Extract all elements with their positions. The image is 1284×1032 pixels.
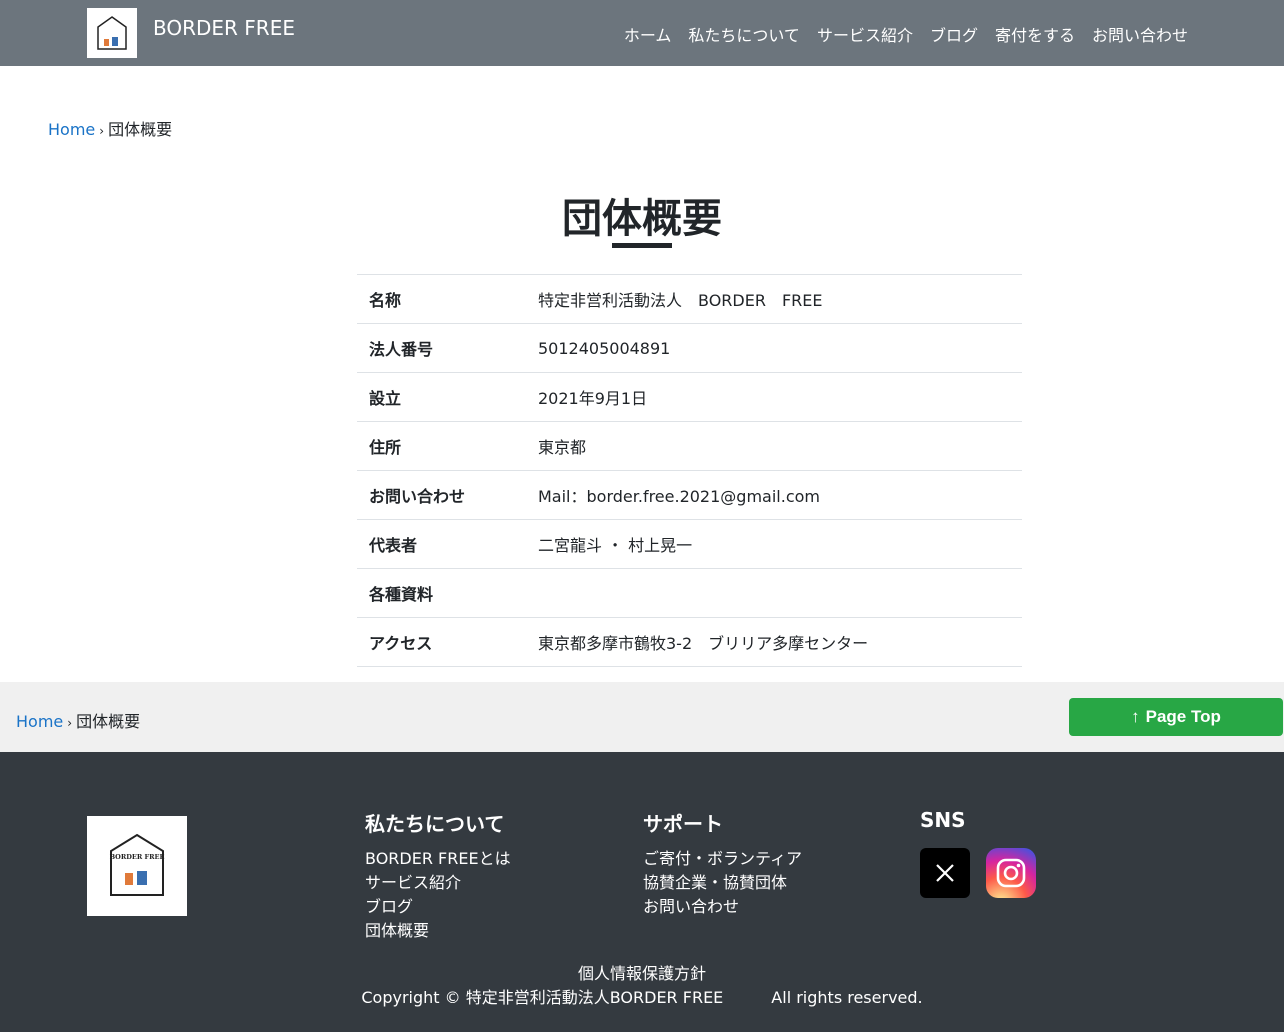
nav-about[interactable]: 私たちについて — [688, 22, 800, 46]
footer-sns-heading: SNS — [920, 808, 966, 832]
footer-sns-column: SNS — [920, 808, 966, 842]
footer-link-sponsors[interactable]: 協賛企業・協賛団体 — [643, 871, 802, 895]
site-footer: BORDER FREE 私たちについて BORDER FREEとは サービス紹介… — [0, 752, 1284, 1032]
x-logo-glyph — [936, 864, 954, 882]
row-value — [527, 569, 1022, 618]
table-row: 各種資料 — [357, 568, 1022, 618]
footer-link-overview[interactable]: 団体概要 — [365, 919, 511, 943]
nav-services[interactable]: サービス紹介 — [817, 22, 913, 46]
breadcrumb-bottom: Home › 団体概要 — [16, 708, 140, 732]
nav-blog[interactable]: ブログ — [930, 22, 978, 46]
row-value: Mail：border.free.2021@gmail.com — [538, 487, 820, 506]
main-nav: ホーム 私たちについて サービス紹介 ブログ 寄付をする お問い合わせ — [624, 22, 1188, 46]
breadcrumb-home-link[interactable]: Home — [48, 120, 95, 139]
footer-link-services[interactable]: サービス紹介 — [365, 871, 511, 895]
breadcrumb-current: 団体概要 — [108, 120, 173, 139]
row-value: 特定非営利活動法人 BORDER FREE — [538, 291, 823, 310]
row-value: 東京都多摩市鶴牧3-2 ブリリア多摩センター — [538, 634, 869, 653]
page-top-label: Page Top — [1145, 707, 1221, 726]
footer-about-column: 私たちについて BORDER FREEとは サービス紹介 ブログ 団体概要 — [365, 808, 511, 943]
header-logo[interactable] — [87, 8, 137, 58]
organization-info-table: 名称 特定非営利活動法人 BORDER FREE 法人番号 501240500489… — [357, 274, 1022, 667]
footer-support-heading: サポート — [643, 812, 723, 836]
title-underline — [612, 243, 672, 248]
arrow-up-icon: ↑ — [1131, 707, 1140, 726]
row-label: 法人番号 — [369, 340, 434, 359]
page-title: 団体概要 — [562, 196, 722, 242]
table-row: 代表者 二宮龍斗 ・ 村上晃一 — [357, 519, 1022, 569]
rights-text: All rights reserved. — [771, 988, 923, 1007]
copyright-text: Copyright © 特定非営利活動法人BORDER FREE — [361, 988, 724, 1007]
breadcrumb-separator: › — [67, 716, 73, 730]
privacy-policy-link[interactable]: 個人情報保護方針 — [0, 960, 1284, 984]
instagram-icon[interactable] — [986, 848, 1036, 898]
logo-text: BORDER FREE — [110, 853, 165, 861]
breadcrumb-separator: › — [99, 124, 105, 138]
house-logo-icon: BORDER FREE — [110, 833, 165, 896]
row-label: お問い合わせ — [369, 487, 466, 506]
row-label: 名称 — [369, 291, 402, 310]
footer-link-donate[interactable]: ご寄付・ボランティア — [643, 847, 802, 871]
x-icon[interactable] — [920, 848, 970, 898]
breadcrumb: Home › 団体概要 — [48, 116, 172, 140]
row-label: 設立 — [369, 389, 402, 408]
footer-link-blog[interactable]: ブログ — [365, 895, 511, 919]
table-row: 設立 2021年9月1日 — [357, 372, 1022, 422]
footer-link-contact[interactable]: お問い合わせ — [643, 895, 802, 919]
row-value: 二宮龍斗 ・ 村上晃一 — [538, 536, 693, 555]
nav-contact[interactable]: お問い合わせ — [1092, 22, 1188, 46]
table-row: アクセス 東京都多摩市鶴牧3-2 ブリリア多摩センター — [357, 617, 1022, 667]
row-label: 代表者 — [369, 536, 418, 555]
row-value: 5012405004891 — [538, 338, 671, 358]
brand-name[interactable]: BORDER FREE — [153, 16, 295, 40]
table-row: 名称 特定非営利活動法人 BORDER FREE — [357, 274, 1022, 324]
footer-link-about-bf[interactable]: BORDER FREEとは — [365, 847, 511, 871]
table-row: 法人番号 5012405004891 — [357, 323, 1022, 373]
footer-support-column: サポート ご寄付・ボランティア 協賛企業・協賛団体 お問い合わせ — [643, 808, 802, 919]
instagram-glyph — [996, 858, 1026, 888]
footer-logo[interactable]: BORDER FREE — [87, 816, 187, 916]
copyright: Copyright © 特定非営利活動法人BORDER FREE All righ… — [0, 984, 1284, 1008]
row-value: 2021年9月1日 — [538, 389, 648, 408]
footer-about-heading: 私たちについて — [365, 812, 505, 836]
table-row: 住所 東京都 — [357, 421, 1022, 471]
house-logo-icon — [97, 16, 127, 50]
nav-donate[interactable]: 寄付をする — [995, 22, 1075, 46]
nav-home[interactable]: ホーム — [624, 22, 672, 46]
row-value: 東京都 — [538, 438, 587, 457]
breadcrumb-current: 団体概要 — [76, 712, 141, 731]
table-row: お問い合わせ Mail：border.free.2021@gmail.com — [357, 470, 1022, 520]
page-top-button[interactable]: ↑ Page Top — [1069, 698, 1283, 736]
row-label: アクセス — [369, 634, 433, 653]
breadcrumb-home-link[interactable]: Home — [16, 712, 63, 731]
bottom-breadcrumb-bar: Home › 団体概要 ↑ Page Top — [0, 682, 1284, 752]
row-label: 各種資料 — [369, 585, 434, 604]
row-label: 住所 — [369, 438, 402, 457]
site-header: BORDER FREE ホーム 私たちについて サービス紹介 ブログ 寄付をする… — [0, 0, 1284, 66]
